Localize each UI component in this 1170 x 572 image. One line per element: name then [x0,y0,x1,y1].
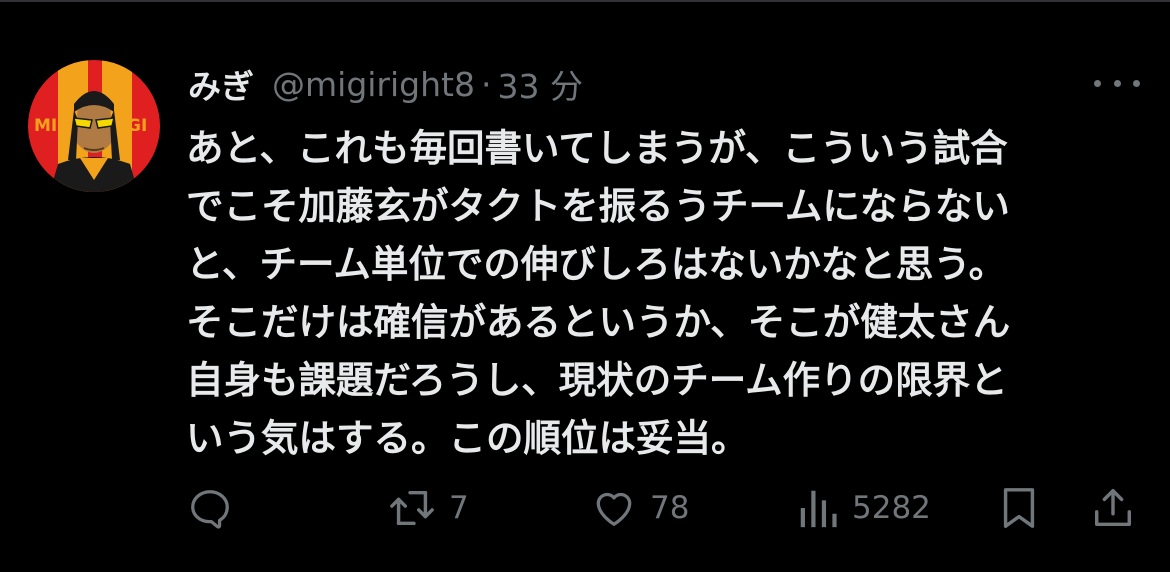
tweet-time[interactable]: 33 分 [497,60,582,108]
like-count: 78 [650,490,690,526]
reply-button[interactable] [187,482,233,534]
views-icon [800,490,837,528]
avatar-left-letters: MI [34,116,57,136]
heart-icon [596,492,632,526]
display-name[interactable]: みぎ [188,60,254,108]
more-dot [1133,79,1140,87]
more-dot [1113,79,1121,87]
retweet-count: 7 [449,490,469,526]
avatar[interactable]: MI GI [28,60,160,192]
share-button[interactable] [1090,482,1136,534]
bookmark-button[interactable] [996,482,1042,534]
reply-icon [191,490,229,529]
tweet-header: みぎ @migiright8 · 33 分 [188,58,583,110]
more-dots-icon [1094,79,1101,87]
tweet-text: あと、これも毎回書いてしまうが、こういう試合 でこそ加藤玄がタクトを振るうチーム… [186,126,1011,460]
header-separator: · [480,64,492,104]
user-handle[interactable]: @migiright8 [272,65,475,104]
share-icon [1094,489,1132,527]
retweet-button[interactable]: 7 [387,482,469,534]
top-divider [0,0,1170,2]
views-count: 5282 [852,490,931,526]
retweet-icon [390,490,434,526]
avatar-icon: MI GI [28,60,160,192]
avatar-right-letters: GI [127,116,147,136]
bookmark-icon [1003,488,1035,528]
like-button[interactable]: 78 [590,482,689,534]
views-button[interactable]: 5282 [796,482,931,534]
more-options-button[interactable] [1094,70,1140,96]
